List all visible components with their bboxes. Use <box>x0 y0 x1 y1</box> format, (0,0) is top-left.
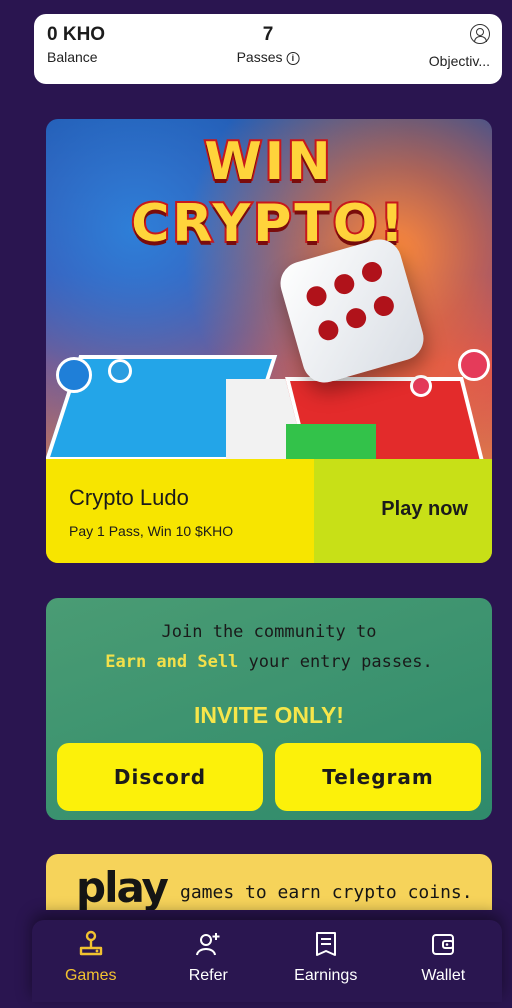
wallet-icon <box>432 934 455 955</box>
objectives-stat[interactable]: Objectiv... <box>429 24 490 69</box>
board-green-lane <box>286 424 376 464</box>
dice-pip <box>359 259 385 285</box>
blue-coin-icon <box>56 357 92 393</box>
invite-only-label: INVITE ONLY! <box>194 702 344 728</box>
win-crypto-title: WIN CRYPTO! <box>46 130 492 256</box>
dice-pip <box>343 305 369 331</box>
user-icon[interactable] <box>470 24 490 44</box>
passes-label-row: Passes i <box>237 49 300 65</box>
game-name: Crypto Ludo <box>69 485 189 510</box>
passes-label: Passes <box>236 49 283 65</box>
community-text-line2: Earn and Sell your entry passes. <box>46 652 492 672</box>
play-banner: play games to earn crypto coins. <box>46 854 492 910</box>
add-user-icon <box>196 933 220 956</box>
dice-pip <box>316 317 341 343</box>
community-text-rest: your entry passes. <box>238 652 433 672</box>
balance-label: Balance <box>47 49 98 65</box>
user-icon-wrap <box>429 24 490 50</box>
play-logo-word: play <box>76 863 169 910</box>
joystick-icon <box>79 930 102 956</box>
nav-wallet-label: Wallet <box>421 967 466 984</box>
info-icon[interactable]: i <box>286 52 300 65</box>
nav-wallet[interactable]: Wallet <box>385 920 503 1002</box>
dice-pip <box>371 293 397 319</box>
dice-pip <box>331 271 357 297</box>
nav-refer[interactable]: Refer <box>150 920 268 1002</box>
community-text-line1: Join the community to <box>161 622 377 642</box>
community-card: Join the community to Earn and Sell your… <box>46 598 492 820</box>
nav-earnings[interactable]: Earnings <box>267 920 385 1002</box>
balance-stat: 0 KHO Balance <box>47 24 105 65</box>
discord-button[interactable]: Discord <box>57 743 263 811</box>
stats-bar: 0 KHO Balance 7 Passes i Objectiv... <box>34 14 502 84</box>
nav-earnings-label: Earnings <box>294 967 358 984</box>
balance-value: 0 KHO <box>47 24 106 45</box>
passes-stat[interactable]: 7 Passes i <box>237 24 300 65</box>
earn-sell-highlight: Earn and Sell <box>105 652 239 672</box>
telegram-button[interactable]: Telegram <box>275 743 481 811</box>
dice-icon <box>275 234 429 388</box>
dice-pip <box>304 283 329 309</box>
bottom-nav: Games Refer Earnings Wallet <box>32 920 502 1002</box>
nav-games[interactable]: Games <box>32 920 150 1002</box>
game-description: Pay 1 Pass, Win 10 $KHO <box>69 523 234 539</box>
crypto-ludo-card[interactable]: WIN CRYPTO! Crypto Ludo Pay 1 Pass, Win … <box>46 119 492 563</box>
nav-refer-label: Refer <box>188 967 228 984</box>
receipt-icon <box>315 932 336 956</box>
red-coin-icon <box>458 349 490 381</box>
blue-coin-icon <box>108 359 132 383</box>
title-line-2: CRYPTO! <box>129 192 407 256</box>
play-now-button[interactable]: Play now <box>381 498 468 521</box>
red-coin-icon <box>410 375 432 397</box>
passes-value: 7 <box>262 24 274 45</box>
card-info-panel <box>46 459 314 563</box>
play-tagline: games to earn crypto coins. <box>180 882 473 903</box>
objectives-label: Objectiv... <box>428 53 490 69</box>
nav-games-label: Games <box>64 967 117 984</box>
title-line-1: WIN <box>202 130 334 194</box>
